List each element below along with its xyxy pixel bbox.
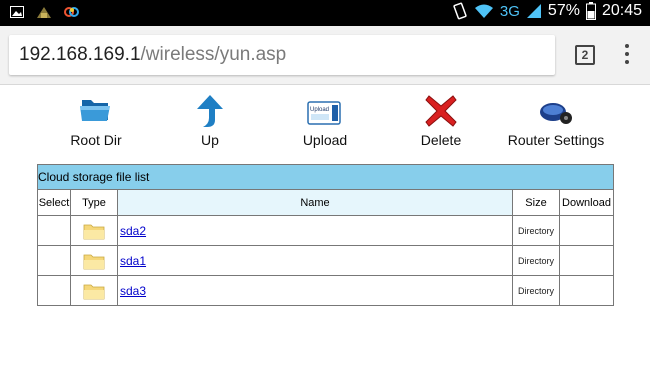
url-host: 192.168.169.1 <box>19 44 141 65</box>
row-download-cell <box>559 245 614 276</box>
row-size-cell: Directory <box>512 245 560 276</box>
folder-icon <box>83 284 105 299</box>
upload-button[interactable]: Upload Upload <box>270 94 380 154</box>
table-row: sda2 Directory <box>37 215 614 246</box>
up-label: Up <box>201 132 219 148</box>
row-select-cell[interactable] <box>37 245 71 276</box>
row-select-cell[interactable] <box>37 275 71 306</box>
battery-percent: 57% <box>547 2 580 19</box>
directory-link[interactable]: sda1 <box>120 254 146 268</box>
up-button[interactable]: Up <box>155 94 265 154</box>
row-name-cell: sda1 <box>117 245 513 276</box>
row-select-cell[interactable] <box>37 215 71 246</box>
directory-link[interactable]: sda2 <box>120 224 146 238</box>
row-type-cell <box>70 215 118 246</box>
row-name-cell: sda3 <box>117 275 513 306</box>
signal-icon <box>526 4 541 18</box>
router-gear-icon <box>540 103 572 124</box>
status-bar: 3G 57% 20:45 <box>0 0 650 26</box>
directory-link[interactable]: sda3 <box>120 284 146 298</box>
row-size-cell: Directory <box>512 215 560 246</box>
address-bar[interactable]: 192.168.169.1/wireless/yun.asp <box>9 35 555 75</box>
folder-icon <box>83 224 105 239</box>
folder-open-icon <box>80 100 110 121</box>
url-path: /wireless/yun.asp <box>140 44 287 65</box>
upload-label: Upload <box>302 132 348 148</box>
network-type-label: 3G <box>499 2 520 20</box>
file-list-caption: Cloud storage file list <box>37 164 614 190</box>
upload-icon: Upload <box>307 101 341 125</box>
battery-icon <box>585 2 596 20</box>
row-type-cell <box>70 245 118 276</box>
upload-icon-text: Upload <box>310 107 329 113</box>
file-list-header-row: Select Type Name Size Download <box>37 189 614 216</box>
file-list-table: Cloud storage file list Select Type Name… <box>37 164 614 306</box>
gallery-notification-icon <box>10 6 24 18</box>
row-download-cell <box>559 215 614 246</box>
table-row: sda1 Directory <box>37 245 614 276</box>
router-settings-label: Router Settings <box>507 132 605 148</box>
download-column-header: Download <box>559 189 614 216</box>
row-size-cell: Directory <box>512 275 560 306</box>
size-column-header: Size <box>512 189 560 216</box>
up-arrow-icon <box>197 95 223 127</box>
delete-x-icon <box>425 95 457 127</box>
overflow-menu-icon[interactable] <box>624 44 630 66</box>
type-column-header: Type <box>70 189 118 216</box>
folder-icon <box>83 254 105 269</box>
root-dir-button[interactable]: Root Dir <box>41 94 151 154</box>
row-name-cell: sda2 <box>117 215 513 246</box>
file-list-caption-row: Cloud storage file list <box>37 164 614 190</box>
app-notification-icon <box>37 7 51 18</box>
row-download-cell <box>559 275 614 306</box>
url-text[interactable]: 192.168.169.1/wireless/yun.asp <box>19 44 286 66</box>
table-row: sda3 Directory <box>37 275 614 306</box>
colorful-notification-icon <box>64 7 79 17</box>
delete-button[interactable]: Delete <box>386 94 496 154</box>
name-column-header: Name <box>117 189 513 216</box>
action-toolbar: Root Dir Up Upload Upload Delete Router … <box>0 94 650 154</box>
row-type-cell <box>70 275 118 306</box>
delete-label: Delete <box>420 132 462 148</box>
clock: 20:45 <box>601 2 642 19</box>
select-column-header: Select <box>37 189 71 216</box>
tab-switcher-button[interactable]: 2 <box>575 45 595 65</box>
rotation-icon <box>453 2 467 20</box>
router-settings-button[interactable]: Router Settings <box>501 94 611 154</box>
wifi-icon <box>474 4 493 18</box>
root-dir-label: Root Dir <box>70 132 122 148</box>
browser-toolbar: 192.168.169.1/wireless/yun.asp 2 <box>0 26 650 85</box>
